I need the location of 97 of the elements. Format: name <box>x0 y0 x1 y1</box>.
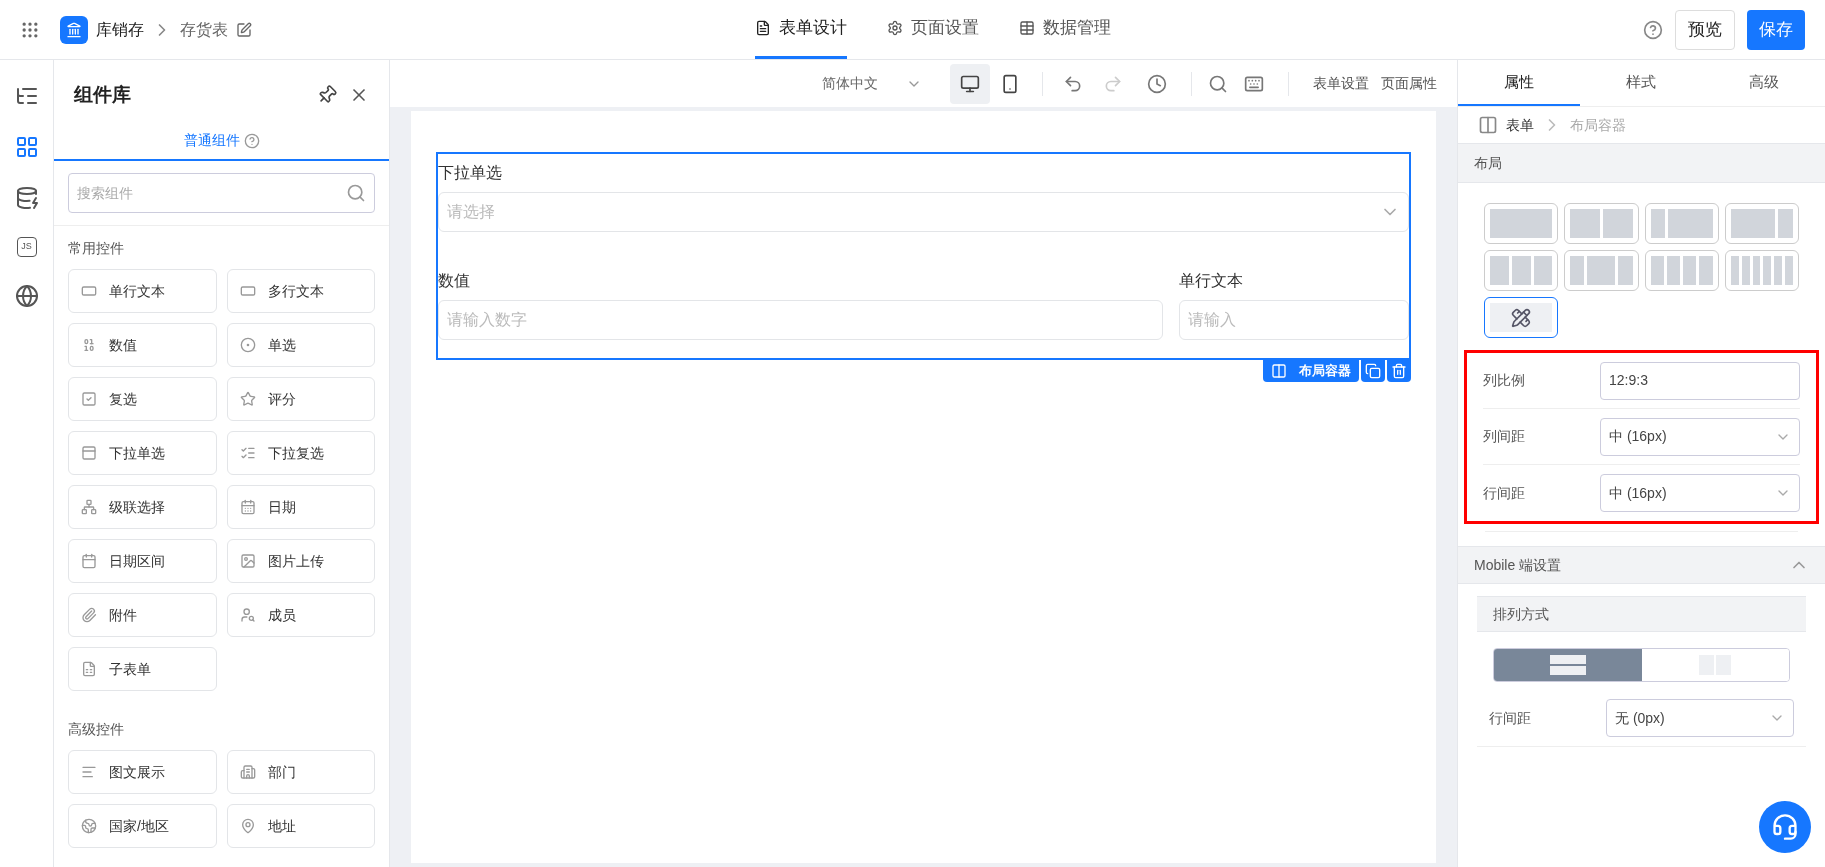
component-item[interactable]: 国家/地区 <box>68 804 217 848</box>
component-item[interactable]: 级联选择 <box>68 485 217 529</box>
js-button[interactable]: JS <box>16 237 37 257</box>
language-select[interactable]: 简体中文 <box>822 73 922 94</box>
sheet-icon <box>81 661 97 677</box>
component-item[interactable]: 日期 <box>226 485 375 529</box>
table-icon <box>1018 20 1035 36</box>
section-title: 高级控件 <box>68 720 125 739</box>
document-icon <box>754 20 771 36</box>
subsection-header: 排列方式 <box>1477 596 1806 632</box>
preview-button[interactable]: 预览 <box>1675 9 1735 50</box>
headset-icon <box>1771 813 1799 841</box>
grid-icon[interactable] <box>14 135 39 159</box>
desktop-view-button[interactable] <box>950 63 990 104</box>
property-label: 列比例 <box>1483 371 1526 390</box>
checkbox-icon <box>81 391 97 407</box>
breadcrumb-current: 布局容器 <box>1570 115 1626 135</box>
property-tab[interactable]: 属性 <box>1458 60 1581 106</box>
panel-title: 组件库 <box>74 82 132 107</box>
property-tab[interactable]: 样式 <box>1580 60 1703 106</box>
text-field-icon <box>239 283 256 299</box>
container-tag: 布局容器 <box>1263 360 1359 382</box>
top-tab[interactable]: 数据管理 <box>1018 0 1111 59</box>
globe-icon <box>81 818 97 834</box>
component-item[interactable]: 成员 <box>226 593 375 637</box>
toolbar-link[interactable]: 表单设置 <box>1313 73 1369 94</box>
section-title: 常用控件 <box>68 239 125 258</box>
calendar-icon <box>81 553 97 569</box>
component-item[interactable]: 地址 <box>226 804 375 848</box>
radio-icon <box>239 337 256 353</box>
component-item[interactable]: 评分 <box>226 377 375 421</box>
component-item[interactable]: 数值 <box>68 323 217 367</box>
page-name: 存货表 <box>180 19 228 40</box>
component-item[interactable]: 子表单 <box>68 647 217 691</box>
section-header[interactable]: Mobile 端设置 <box>1458 546 1825 584</box>
edit-icon[interactable] <box>236 21 252 38</box>
text-lines-icon <box>81 764 97 780</box>
user-icon <box>239 607 256 623</box>
component-item[interactable]: 图片上传 <box>226 539 375 583</box>
paperclip-icon <box>81 607 97 623</box>
field-label: 单行文本 <box>1179 271 1244 291</box>
checklist-icon <box>239 445 256 461</box>
library-tab[interactable]: 普通组件 <box>183 130 240 151</box>
help-icon[interactable] <box>1643 19 1663 40</box>
layout-option[interactable] <box>1484 297 1559 338</box>
component-item[interactable]: 下拉复选 <box>226 431 375 475</box>
phone-icon <box>1000 73 1020 94</box>
field-label: 数值 <box>438 271 471 291</box>
component-item[interactable]: 复选 <box>68 377 217 421</box>
app-name: 库销存 <box>96 19 144 40</box>
search-icon[interactable] <box>1208 73 1228 94</box>
copy-button[interactable] <box>1361 360 1385 382</box>
columns-icon <box>1271 363 1287 379</box>
save-button[interactable]: 保存 <box>1747 9 1805 50</box>
property-label: 列间距 <box>1483 427 1526 446</box>
property-label: 行间距 <box>1489 708 1532 728</box>
app-logo <box>60 15 88 44</box>
delete-button[interactable] <box>1387 360 1411 382</box>
component-item[interactable]: 单行文本 <box>68 269 217 313</box>
stacked-layout-option[interactable] <box>1494 649 1642 681</box>
component-item[interactable]: 下拉单选 <box>68 431 217 475</box>
trash-icon <box>1391 363 1407 379</box>
toolbar-link[interactable]: 页面属性 <box>1381 73 1437 94</box>
component-item[interactable]: 单选 <box>226 323 375 367</box>
pin-icon <box>239 818 256 834</box>
building-icon <box>239 764 256 780</box>
top-tab[interactable]: 页面设置 <box>886 0 979 59</box>
component-item[interactable]: 多行文本 <box>226 269 375 313</box>
help-icon <box>243 132 260 149</box>
search-icon <box>346 183 366 203</box>
component-item[interactable]: 部门 <box>226 750 375 794</box>
select-field[interactable]: 中 (16px) <box>1600 417 1800 456</box>
history-icon[interactable] <box>1147 73 1167 94</box>
input-field[interactable]: 12:9:3 <box>1600 361 1800 400</box>
number-icon <box>81 337 97 353</box>
breadcrumb-link[interactable]: 表单 <box>1506 114 1534 136</box>
select-field[interactable]: 无 (0px) <box>1606 699 1794 737</box>
property-tab[interactable]: 高级 <box>1702 60 1825 106</box>
section-header: 布局 <box>1458 143 1825 183</box>
undo-icon[interactable] <box>1063 73 1083 94</box>
text-field-icon <box>81 283 97 299</box>
component-item[interactable]: 图文展示 <box>68 750 217 794</box>
component-item[interactable]: 日期区间 <box>68 539 217 583</box>
component-item[interactable]: 附件 <box>68 593 217 637</box>
gear-icon <box>886 20 903 36</box>
database-icon[interactable] <box>14 186 39 210</box>
calendar-icon <box>239 499 256 515</box>
globe-icon[interactable] <box>14 284 39 308</box>
hierarchy-icon <box>81 499 97 515</box>
copy-icon <box>1365 363 1381 379</box>
star-icon <box>239 391 256 407</box>
field-label: 下拉单选 <box>438 163 503 183</box>
pencil-ruler-icon <box>1511 307 1532 328</box>
columns-icon <box>1478 115 1498 135</box>
select-field[interactable]: 中 (16px) <box>1600 474 1800 512</box>
image-icon <box>239 553 256 569</box>
property-label: 行间距 <box>1483 483 1526 503</box>
